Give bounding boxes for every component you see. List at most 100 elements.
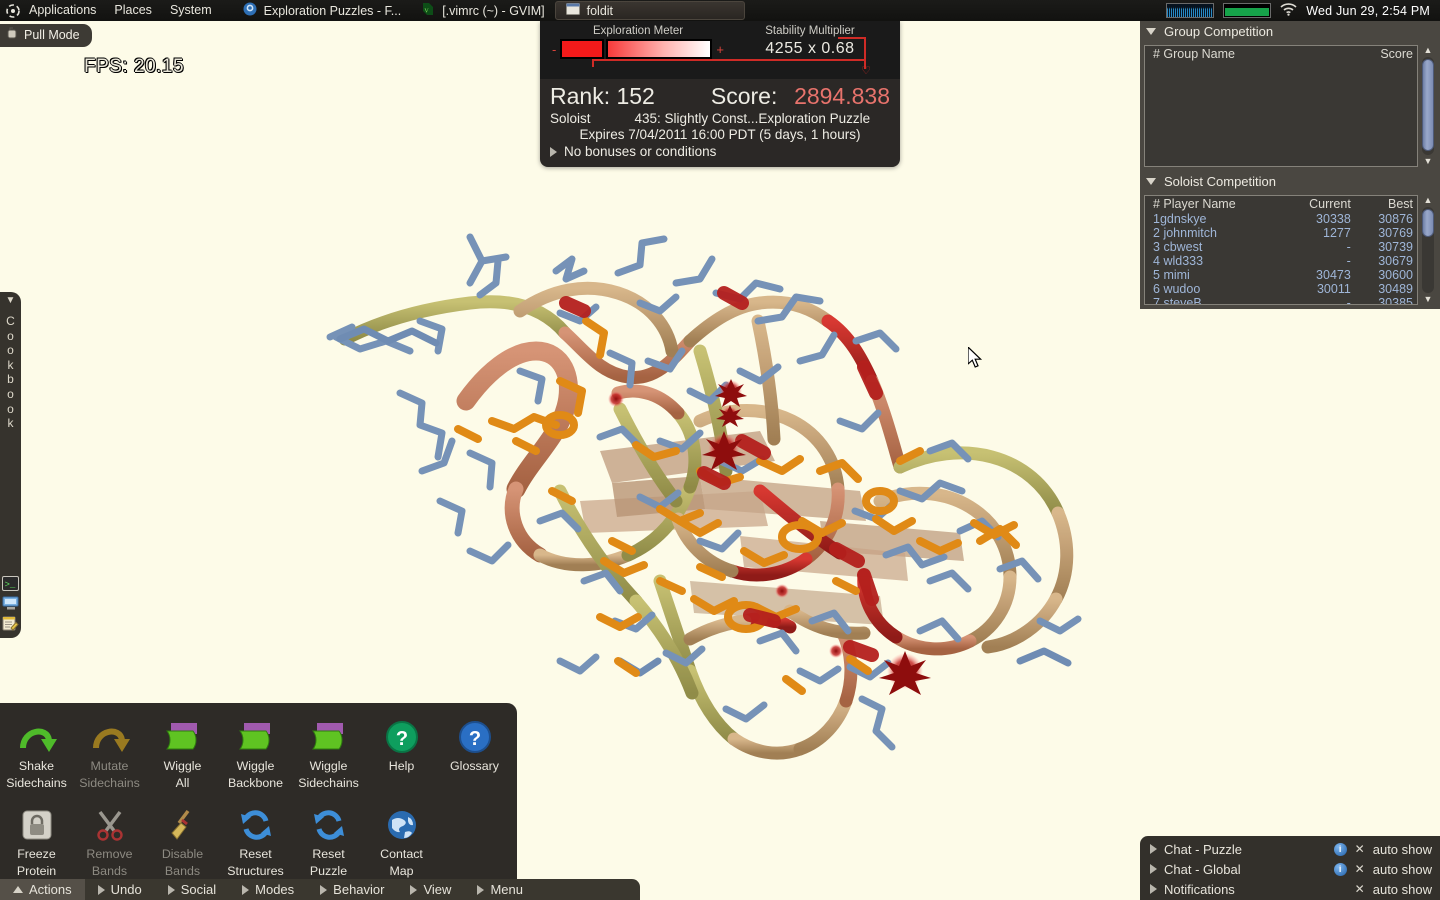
player-type: Soloist bbox=[550, 111, 591, 126]
table-row[interactable]: 4 wld333 - 30679 bbox=[1145, 254, 1417, 268]
cookbook-label: Cookbook bbox=[6, 314, 15, 431]
table-row[interactable]: 5 mimi 30473 30600 bbox=[1145, 268, 1417, 282]
player-current-5: 30011 bbox=[1316, 282, 1351, 296]
soloist-competition-list[interactable]: # Player Name Current Best 1gdnskye 3033… bbox=[1144, 195, 1418, 305]
scroll-up-icon[interactable]: ▲ bbox=[1424, 195, 1433, 206]
scroll-down-icon[interactable]: ▼ bbox=[1424, 294, 1433, 305]
disable-bands-button[interactable]: Disable Bands bbox=[146, 799, 219, 879]
menu-behavior-label: Behavior bbox=[333, 882, 385, 897]
menu-view[interactable]: View bbox=[397, 879, 464, 900]
chat-puzzle-row[interactable]: Chat - Puzzle i ✕ auto show bbox=[1140, 839, 1440, 859]
mutate-sidechains-button[interactable]: Mutate Sidechains bbox=[73, 711, 146, 791]
scroll-track[interactable] bbox=[1422, 57, 1434, 155]
exploration-increase-button[interactable]: + bbox=[712, 42, 728, 57]
group-competition-title: Group Competition bbox=[1164, 24, 1274, 39]
reset-puzzle-button[interactable]: Reset Puzzle bbox=[292, 799, 365, 879]
info-icon[interactable]: i bbox=[1333, 862, 1347, 876]
close-icon[interactable]: ✕ bbox=[1355, 882, 1365, 896]
chat-puzzle-autoshow[interactable]: auto show bbox=[1373, 842, 1432, 857]
triangle-right-icon[interactable] bbox=[1150, 864, 1157, 874]
cpu-monitor-icon[interactable] bbox=[1166, 3, 1215, 18]
remove-bands-button[interactable]: Remove Bands bbox=[73, 799, 146, 879]
stability-multiplier-value: 4255 x 0.68 bbox=[728, 40, 892, 58]
group-competition-list[interactable]: # Group Name Score bbox=[1144, 45, 1418, 167]
close-icon[interactable]: ✕ bbox=[1355, 842, 1365, 856]
menu-modes[interactable]: Modes bbox=[229, 879, 307, 900]
svg-text:?: ? bbox=[468, 728, 480, 750]
scroll-up-icon[interactable]: ▲ bbox=[1424, 45, 1433, 56]
computer-icon[interactable] bbox=[2, 595, 19, 612]
reset-structures-button[interactable]: Reset Structures bbox=[219, 799, 292, 879]
soloist-competition-scrollbar[interactable]: ▲ ▼ bbox=[1420, 195, 1436, 305]
soloist-competition-header[interactable]: Soloist Competition bbox=[1140, 171, 1440, 192]
mouse-cursor bbox=[967, 345, 984, 375]
chat-global-row[interactable]: Chat - Global i ✕ auto show bbox=[1140, 859, 1440, 879]
table-row[interactable]: 6 wudoo 30011 30489 bbox=[1145, 282, 1417, 296]
cookbook-panel[interactable]: ▼ Cookbook >_ bbox=[0, 292, 21, 638]
menu-actions[interactable]: Actions bbox=[0, 879, 85, 900]
ubuntu-logo-icon[interactable] bbox=[0, 3, 20, 18]
group-competition-header[interactable]: Group Competition bbox=[1140, 21, 1440, 42]
wiggle-all-button[interactable]: Wiggle All bbox=[146, 711, 219, 791]
glossary-button[interactable]: ? Glossary bbox=[438, 711, 511, 791]
exploration-decrease-button[interactable]: - bbox=[548, 42, 560, 57]
scroll-thumb[interactable] bbox=[1422, 209, 1434, 237]
table-row[interactable]: 3 cbwest - 30739 bbox=[1145, 240, 1417, 254]
wifi-icon[interactable] bbox=[1280, 2, 1297, 19]
menu-behavior[interactable]: Behavior bbox=[307, 879, 397, 900]
group-competition-scrollbar[interactable]: ▲ ▼ bbox=[1420, 45, 1436, 167]
player-current-3: - bbox=[1346, 254, 1351, 268]
col-group-score: Score bbox=[1380, 47, 1413, 61]
green-sheet-icon bbox=[292, 717, 365, 757]
freeze-protein-button[interactable]: Freeze Protein bbox=[0, 799, 73, 879]
menu-applications[interactable]: Applications bbox=[20, 0, 105, 21]
scroll-down-icon[interactable]: ▼ bbox=[1424, 156, 1433, 167]
notifications-autoshow[interactable]: auto show bbox=[1373, 882, 1432, 897]
info-icon[interactable]: i bbox=[1333, 842, 1347, 856]
taskbar-label-browser: Exploration Puzzles - F... bbox=[263, 3, 402, 18]
triangle-right-icon[interactable] bbox=[1150, 884, 1157, 894]
green-curved-arrow-icon bbox=[0, 717, 73, 757]
notepad-edit-icon[interactable] bbox=[2, 615, 19, 632]
bonuses-row[interactable]: No bonuses or conditions bbox=[550, 144, 890, 159]
close-icon[interactable]: ✕ bbox=[1355, 862, 1365, 876]
taskbar-item-foldit[interactable]: foldit bbox=[554, 1, 745, 20]
scroll-thumb[interactable] bbox=[1422, 59, 1434, 151]
col-player-name: # Player Name bbox=[1153, 197, 1236, 211]
menu-menu-label: Menu bbox=[490, 882, 523, 897]
wiggle-backbone-button[interactable]: Wiggle Backbone bbox=[219, 711, 292, 791]
glossary-label-1: Glossary bbox=[450, 759, 499, 773]
scroll-track[interactable] bbox=[1422, 207, 1434, 293]
menu-undo[interactable]: Undo bbox=[85, 879, 155, 900]
taskbar-item-gvim[interactable]: V [.vimrc (~) - GVIM] bbox=[411, 0, 554, 21]
triangle-down-icon[interactable] bbox=[1146, 178, 1156, 185]
triangle-right-icon[interactable] bbox=[1150, 844, 1157, 854]
exploration-meter-bar[interactable] bbox=[560, 39, 713, 59]
table-row[interactable]: 7 steveB - 30385 bbox=[1145, 296, 1417, 305]
notifications-row[interactable]: Notifications ✕ auto show bbox=[1140, 879, 1440, 899]
help-button[interactable]: ? Help bbox=[365, 711, 438, 791]
triangle-down-icon[interactable] bbox=[1146, 28, 1156, 35]
clock[interactable]: Wed Jun 29, 2:54 PM bbox=[1306, 4, 1430, 18]
triangle-down-icon[interactable]: ▼ bbox=[6, 296, 16, 306]
wiggle-sidechains-button[interactable]: Wiggle Sidechains bbox=[292, 711, 365, 791]
pull-mode-indicator[interactable]: Pull Mode bbox=[0, 24, 92, 47]
menu-system[interactable]: System bbox=[161, 0, 221, 21]
taskbar-item-browser[interactable]: Exploration Puzzles - F... bbox=[233, 0, 412, 21]
chat-global-autoshow[interactable]: auto show bbox=[1373, 862, 1432, 877]
menu-menu[interactable]: Menu bbox=[464, 879, 536, 900]
score-label: Score: bbox=[710, 83, 778, 109]
menu-places[interactable]: Places bbox=[105, 0, 161, 21]
player-current-6: - bbox=[1346, 296, 1351, 305]
shake-sidechains-button[interactable]: Shake Sidechains bbox=[0, 711, 73, 791]
contact-map-button[interactable]: Contact Map bbox=[365, 799, 438, 879]
menu-social[interactable]: Social bbox=[155, 879, 229, 900]
table-row[interactable]: 1gdnskye 30338 30876 bbox=[1145, 212, 1417, 226]
taskbar-label-foldit: foldit bbox=[586, 3, 614, 18]
table-row[interactable]: 2 johnmitch 1277 30769 bbox=[1145, 226, 1417, 240]
script-terminal-icon[interactable]: >_ bbox=[2, 575, 19, 592]
memory-monitor-icon[interactable] bbox=[1223, 3, 1272, 18]
menu-view-label: View bbox=[423, 882, 452, 897]
reset-structures-label-1: Reset bbox=[239, 847, 272, 861]
puzzle-name: 435: Slightly Const...Exploration Puzzle bbox=[634, 111, 871, 126]
